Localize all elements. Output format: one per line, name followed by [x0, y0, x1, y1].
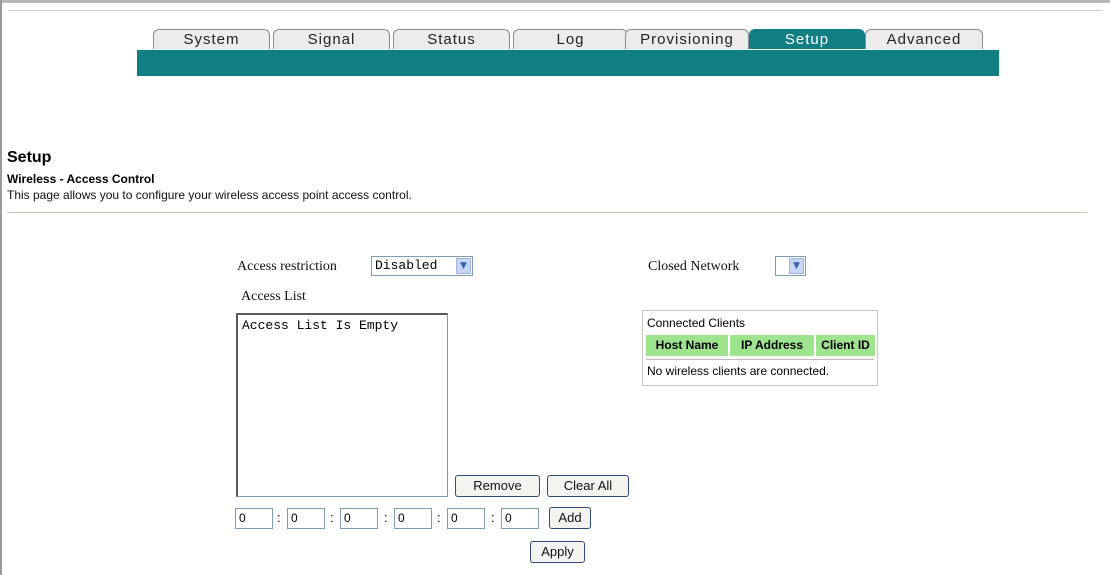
mac-octet-6-input[interactable]: 0 [501, 508, 539, 529]
mac-separator: : [330, 510, 334, 525]
chevron-down-icon: ▼ [456, 258, 471, 274]
connected-clients-caption: Connected Clients [647, 316, 746, 330]
closed-network-label: Closed Network [648, 259, 740, 274]
window-top-border [0, 0, 1110, 3]
mac-octet-1-input[interactable]: 0 [235, 508, 273, 529]
page-subtitle: Wireless - Access Control [7, 172, 155, 186]
tab-log[interactable]: Log [513, 29, 628, 49]
access-restriction-label: Access restriction [237, 259, 337, 274]
mac-octet-4-input[interactable]: 0 [394, 508, 432, 529]
tab-system[interactable]: System [153, 29, 270, 49]
access-list-label: Access List [241, 289, 306, 304]
access-list-box[interactable]: Access List Is Empty [236, 313, 448, 497]
no-clients-message: No wireless clients are connected. [647, 364, 830, 378]
access-restriction-value: Disabled [375, 258, 438, 273]
tab-advanced[interactable]: Advanced [865, 29, 983, 49]
page-description: This page allows you to configure your w… [7, 188, 412, 202]
clear-all-button[interactable]: Clear All [547, 475, 629, 497]
header-divider [7, 212, 1087, 213]
mac-octet-3-input[interactable]: 0 [340, 508, 378, 529]
tab-signal[interactable]: Signal [273, 29, 390, 49]
nav-tab-bar: System Signal Status Log Provisioning Se… [137, 29, 999, 50]
table-divider [646, 359, 874, 360]
closed-network-select[interactable]: ▼ [775, 256, 806, 276]
mac-separator: : [491, 510, 495, 525]
tab-setup[interactable]: Setup [749, 29, 865, 49]
page-title: Setup [7, 149, 52, 166]
column-header-client-id: Client ID [816, 335, 875, 356]
access-list-content: Access List Is Empty [242, 318, 399, 333]
access-restriction-select[interactable]: Disabled ▼ [371, 256, 473, 276]
column-header-ip-address: IP Address [730, 335, 814, 356]
mac-separator: : [277, 510, 281, 525]
chevron-down-icon: ▼ [789, 258, 804, 274]
top-divider [8, 10, 1102, 11]
column-header-host-name: Host Name [646, 335, 728, 356]
mac-separator: : [437, 510, 441, 525]
add-button[interactable]: Add [549, 507, 591, 529]
nav-accent-bar [137, 50, 999, 76]
window-left-border [0, 0, 2, 575]
apply-button[interactable]: Apply [530, 541, 585, 563]
mac-separator: : [384, 510, 388, 525]
tab-status[interactable]: Status [393, 29, 510, 49]
remove-button[interactable]: Remove [455, 475, 540, 497]
mac-octet-5-input[interactable]: 0 [447, 508, 485, 529]
tab-provisioning[interactable]: Provisioning [625, 29, 749, 49]
connected-clients-table: Connected Clients Host Name IP Address C… [642, 310, 878, 386]
mac-octet-2-input[interactable]: 0 [287, 508, 325, 529]
